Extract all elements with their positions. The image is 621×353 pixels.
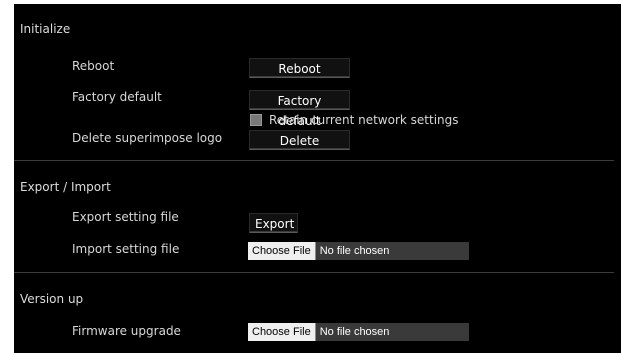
version-up-heading: Version up <box>20 292 84 306</box>
delete-superimpose-logo-label: Delete superimpose logo <box>72 131 223 145</box>
import-choose-file-button[interactable]: Choose File <box>248 242 316 260</box>
firmware-file-input[interactable]: Choose File No file chosen <box>248 323 469 341</box>
reboot-button[interactable]: Reboot <box>249 58 350 78</box>
export-button[interactable]: Export <box>249 213 298 233</box>
firmware-file-status: No file chosen <box>319 326 390 338</box>
maintenance-panel: Initialize Reboot Reboot Factory default… <box>14 4 621 353</box>
import-setting-file-label: Import setting file <box>72 242 180 256</box>
export-import-heading: Export / Import <box>20 180 111 194</box>
factory-default-label: Factory default <box>72 90 162 104</box>
section-divider <box>14 160 614 161</box>
export-setting-file-label: Export setting file <box>72 210 179 224</box>
retain-network-settings-label: Retain current network settings <box>269 113 459 127</box>
retain-network-settings-row[interactable]: Retain current network settings <box>250 113 459 127</box>
factory-default-button[interactable]: Factory default <box>249 90 350 128</box>
section-divider <box>14 272 614 273</box>
firmware-upgrade-label: Firmware upgrade <box>72 324 181 338</box>
import-file-status: No file chosen <box>319 245 390 257</box>
firmware-choose-file-button[interactable]: Choose File <box>248 323 316 341</box>
delete-logo-button[interactable]: Delete <box>249 130 350 150</box>
reboot-label: Reboot <box>72 59 115 73</box>
initialize-heading: Initialize <box>20 22 71 36</box>
import-file-input[interactable]: Choose File No file chosen <box>248 242 469 260</box>
retain-network-settings-checkbox[interactable] <box>250 114 262 126</box>
